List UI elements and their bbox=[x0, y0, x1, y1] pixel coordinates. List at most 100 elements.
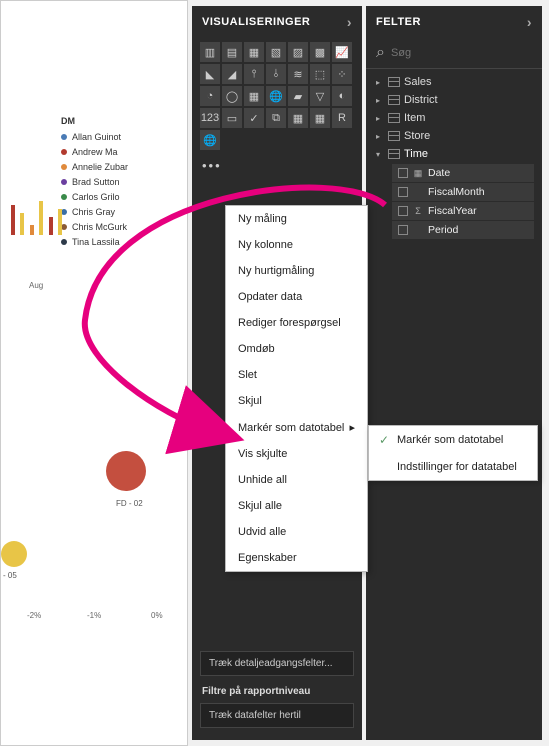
date-icon: ▦ bbox=[413, 168, 423, 178]
viz-100-column-icon[interactable]: ▩ bbox=[310, 42, 330, 62]
field-row-date[interactable]: ▦Date bbox=[392, 164, 534, 182]
legend-item[interactable]: Chris McGurk bbox=[61, 222, 128, 232]
table-item-time[interactable]: ▾Time bbox=[370, 145, 538, 163]
field-row-period[interactable]: Period bbox=[392, 221, 534, 239]
bubble-chart-point bbox=[1, 541, 27, 567]
viz-pie-icon[interactable]: ◔ bbox=[200, 86, 220, 106]
checkmark-icon: ✓ bbox=[379, 433, 391, 447]
viz-ribbon-icon[interactable]: ≋ bbox=[288, 64, 308, 84]
viz-area-icon[interactable]: ◣ bbox=[200, 64, 220, 84]
table-icon bbox=[388, 77, 400, 87]
viz-combo-icon[interactable]: ⫯ bbox=[244, 64, 264, 84]
table-item-item[interactable]: ▸Item bbox=[370, 109, 538, 127]
viz-multi-card-icon[interactable]: ▭ bbox=[222, 108, 242, 128]
viz-r-icon[interactable]: R bbox=[332, 108, 352, 128]
submenu-item-date-table-settings[interactable]: Indstillinger for datatabel bbox=[369, 454, 537, 480]
viz-arcgis-icon[interactable]: 🌐 bbox=[200, 130, 220, 150]
viz-table-icon[interactable]: ▦ bbox=[288, 108, 308, 128]
table-icon bbox=[388, 131, 400, 141]
menu-item-view-hidden[interactable]: Vis skjulte bbox=[226, 441, 367, 467]
panel-header[interactable]: VISUALISERINGER › bbox=[192, 6, 362, 38]
menu-item-edit-query[interactable]: Rediger forespørgsel bbox=[226, 310, 367, 336]
legend-item[interactable]: Tina Lassila bbox=[61, 237, 128, 247]
column-icon bbox=[413, 187, 423, 197]
viz-stacked-bar-icon[interactable]: ▥ bbox=[200, 42, 220, 62]
legend-item[interactable]: Allan Guinot bbox=[61, 132, 128, 142]
legend-title: DM bbox=[61, 116, 128, 126]
viz-card-icon[interactable]: 123 bbox=[200, 108, 220, 128]
search-input[interactable] bbox=[391, 47, 532, 59]
chevron-right-icon[interactable]: › bbox=[527, 14, 532, 30]
menu-item-new-quick-measure[interactable]: Ny hurtigmåling bbox=[226, 258, 367, 284]
viz-gauge-icon[interactable]: ◐ bbox=[332, 86, 352, 106]
viz-slicer-icon[interactable]: ⧉ bbox=[266, 108, 286, 128]
menu-item-hide-all[interactable]: Skjul alle bbox=[226, 493, 367, 519]
legend-item[interactable]: Brad Sutton bbox=[61, 177, 128, 187]
field-row-fiscalmonth[interactable]: FiscalMonth bbox=[392, 183, 534, 201]
viz-stacked-column-icon[interactable]: ▦ bbox=[244, 42, 264, 62]
viz-treemap-icon[interactable]: ▦ bbox=[244, 86, 264, 106]
x-axis-label: Aug bbox=[29, 281, 43, 290]
viz-clustered-bar-icon[interactable]: ▤ bbox=[222, 42, 242, 62]
drill-through-well[interactable]: Træk detaljeadgangsfelter... bbox=[200, 651, 354, 676]
checkbox-icon[interactable] bbox=[398, 225, 408, 235]
submenu-arrow-icon: ▸ bbox=[349, 421, 355, 434]
triangle-collapsed-icon: ▸ bbox=[376, 132, 384, 141]
menu-item-new-measure[interactable]: Ny måling bbox=[226, 206, 367, 232]
viz-kpi-icon[interactable]: ✓ bbox=[244, 108, 264, 128]
viz-funnel-icon[interactable]: ▽ bbox=[310, 86, 330, 106]
triangle-collapsed-icon: ▸ bbox=[376, 96, 384, 105]
viz-filled-map-icon[interactable]: ▰ bbox=[288, 86, 308, 106]
legend-item[interactable]: Carlos Grilo bbox=[61, 192, 128, 202]
fields-tree: ▸Sales ▸District ▸Item ▸Store ▾Time ▦Dat… bbox=[366, 69, 542, 244]
triangle-collapsed-icon: ▸ bbox=[376, 78, 384, 87]
viz-clustered-column-icon[interactable]: ▧ bbox=[266, 42, 286, 62]
menu-item-hide[interactable]: Skjul bbox=[226, 388, 367, 414]
bar-chart bbox=[11, 201, 63, 235]
menu-item-expand-all[interactable]: Udvid alle bbox=[226, 519, 367, 545]
menu-item-properties[interactable]: Egenskaber bbox=[226, 545, 367, 571]
bubble-chart-point bbox=[106, 451, 146, 491]
column-icon bbox=[413, 225, 423, 235]
menu-item-refresh-data[interactable]: Opdater data bbox=[226, 284, 367, 310]
report-canvas: DM Allan Guinot Andrew Ma Annelie Zubar … bbox=[0, 0, 188, 746]
viz-stacked-area-icon[interactable]: ◢ bbox=[222, 64, 242, 84]
checkbox-icon[interactable] bbox=[398, 206, 408, 216]
table-item-district[interactable]: ▸District bbox=[370, 91, 538, 109]
checkbox-icon[interactable] bbox=[398, 187, 408, 197]
viz-waterfall-icon[interactable]: ⬚ bbox=[310, 64, 330, 84]
legend-dot-icon bbox=[61, 179, 67, 185]
report-filters-label: Filtre på rapportniveau bbox=[192, 680, 362, 699]
viz-more-button[interactable]: ••• bbox=[192, 154, 362, 177]
field-row-fiscalyear[interactable]: ΣFiscalYear bbox=[392, 202, 534, 220]
visualization-gallery: ▥ ▤ ▦ ▧ ▨ ▩ 📈 ◣ ◢ ⫯ ⫰ ≋ ⬚ ⁘ ◔ ◯ ▦ 🌐 ▰ ▽ … bbox=[192, 38, 362, 154]
viz-combo2-icon[interactable]: ⫰ bbox=[266, 64, 286, 84]
viz-donut-icon[interactable]: ◯ bbox=[222, 86, 242, 106]
legend-dot-icon bbox=[61, 134, 67, 140]
menu-item-rename[interactable]: Omdøb bbox=[226, 336, 367, 362]
table-icon bbox=[388, 113, 400, 123]
viz-map-icon[interactable]: 🌐 bbox=[266, 86, 286, 106]
viz-scatter-icon[interactable]: ⁘ bbox=[332, 64, 352, 84]
menu-item-delete[interactable]: Slet bbox=[226, 362, 367, 388]
viz-matrix-icon[interactable]: ▦ bbox=[310, 108, 330, 128]
menu-item-unhide-all[interactable]: Unhide all bbox=[226, 467, 367, 493]
table-item-sales[interactable]: ▸Sales bbox=[370, 73, 538, 91]
drag-fields-well[interactable]: Træk datafelter hertil bbox=[200, 703, 354, 728]
fields-search[interactable]: ⌕ bbox=[366, 38, 542, 69]
legend-item[interactable]: Annelie Zubar bbox=[61, 162, 128, 172]
legend-item[interactable]: Andrew Ma bbox=[61, 147, 128, 157]
viz-line-icon[interactable]: 📈 bbox=[332, 42, 352, 62]
viz-100-bar-icon[interactable]: ▨ bbox=[288, 42, 308, 62]
panel-title: FELTER bbox=[376, 16, 421, 28]
menu-item-new-column[interactable]: Ny kolonne bbox=[226, 232, 367, 258]
panel-title: VISUALISERINGER bbox=[202, 16, 310, 28]
legend-dot-icon bbox=[61, 164, 67, 170]
legend-item[interactable]: Chris Gray bbox=[61, 207, 128, 217]
checkbox-icon[interactable] bbox=[398, 168, 408, 178]
panel-header[interactable]: FELTER › bbox=[366, 6, 542, 38]
table-item-store[interactable]: ▸Store bbox=[370, 127, 538, 145]
menu-item-mark-date-table[interactable]: Markér som datotabel▸ bbox=[226, 414, 367, 441]
chevron-right-icon[interactable]: › bbox=[347, 14, 352, 30]
submenu-item-mark-date-table[interactable]: ✓Markér som datotabel bbox=[369, 426, 537, 454]
